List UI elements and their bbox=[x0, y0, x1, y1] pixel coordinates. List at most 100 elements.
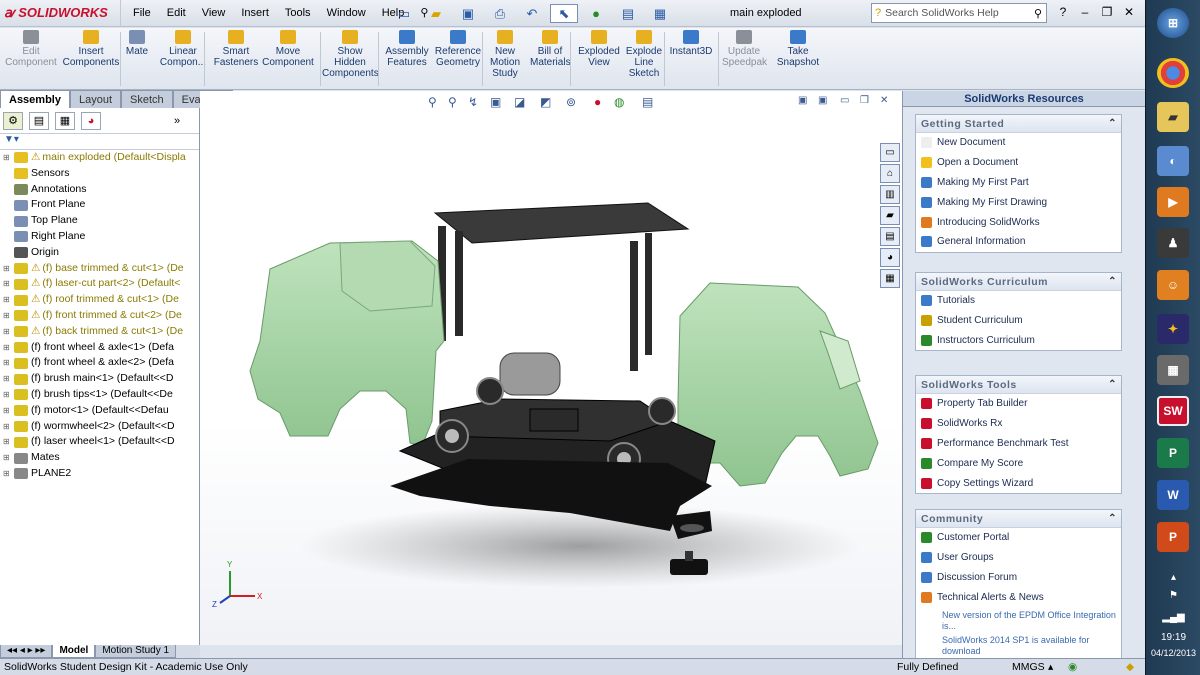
menu-view[interactable]: View bbox=[194, 0, 234, 27]
menu-edit[interactable]: Edit bbox=[159, 0, 194, 27]
command-take-snapshot[interactable]: Take Snapshot bbox=[776, 30, 820, 68]
clock-time[interactable]: 19:19 bbox=[1146, 632, 1200, 643]
help-question-icon[interactable]: ? bbox=[1052, 2, 1074, 22]
expand-icon[interactable]: ⊞ bbox=[3, 371, 11, 387]
command-update-speedpak[interactable]: Update Speedpak bbox=[722, 30, 767, 68]
minimize-icon[interactable]: – bbox=[1074, 2, 1096, 22]
menu-insert[interactable]: Insert bbox=[233, 0, 277, 27]
word-icon[interactable]: W bbox=[1157, 480, 1189, 510]
units-chevron-icon[interactable]: ▴ bbox=[1048, 659, 1053, 675]
media-player-icon[interactable]: ▶ bbox=[1157, 187, 1189, 217]
tree-item[interactable]: ⊞ (f) brush tips<1> (Default<<De bbox=[0, 387, 199, 403]
menu-file[interactable]: File bbox=[125, 0, 159, 27]
app-icon[interactable]: ✦ bbox=[1157, 314, 1189, 344]
expand-panel-icon[interactable]: » bbox=[167, 112, 187, 130]
resource-link[interactable]: New Document bbox=[916, 133, 1121, 153]
tree-item[interactable]: ⊞ Mates bbox=[0, 450, 199, 466]
tab-sketch[interactable]: Sketch bbox=[121, 90, 173, 108]
tree-item[interactable]: ⊞ ⚠ main exploded (Default<Displa bbox=[0, 150, 199, 166]
tree-item[interactable]: ⊞ ⚠ (f) front trimmed & cut<2> (De bbox=[0, 308, 199, 324]
expand-icon[interactable]: ⊞ bbox=[3, 450, 11, 466]
restore-icon[interactable]: ❐ bbox=[1096, 2, 1118, 22]
tree-item[interactable]: ⊞ (f) brush main<1> (Default<<D bbox=[0, 371, 199, 387]
file-explorer-icon[interactable]: ▰ bbox=[880, 206, 900, 225]
tree-item[interactable]: Top Plane bbox=[0, 213, 199, 229]
tree-item[interactable]: ⊞ (f) wormwheel<2> (Default<<D bbox=[0, 419, 199, 435]
tree-item[interactable]: ⊞ ⚠ (f) laser-cut part<2> (Default< bbox=[0, 276, 199, 292]
command-reference-geometry[interactable]: Reference Geometry bbox=[433, 30, 483, 68]
command-edit-component[interactable]: Edit Component bbox=[3, 30, 59, 68]
tray-expand-icon[interactable]: ▴ bbox=[1146, 572, 1200, 583]
command-instant3d[interactable]: Instant3D bbox=[668, 30, 714, 57]
expand-icon[interactable]: ⊞ bbox=[3, 403, 11, 419]
search-box[interactable]: ? Search SolidWorks Help ⚲ bbox=[871, 3, 1047, 23]
expand-icon[interactable]: ⊞ bbox=[3, 324, 11, 340]
solidworks-logo[interactable]: ꜹ SOLIDWORKS bbox=[4, 5, 108, 21]
tree-item[interactable]: Front Plane bbox=[0, 197, 199, 213]
search-icon[interactable]: ⚲ bbox=[1034, 7, 1042, 20]
resource-link[interactable]: Making My First Part bbox=[916, 173, 1121, 193]
home-icon[interactable]: ⌂ bbox=[880, 164, 900, 183]
command-linear-compon[interactable]: Linear Compon... bbox=[156, 30, 210, 68]
file-properties-icon[interactable]: ▤ bbox=[614, 4, 642, 23]
expand-icon[interactable]: ⊞ bbox=[3, 276, 11, 292]
resource-link[interactable]: Compare My Score bbox=[916, 453, 1121, 473]
command-new-motion-study[interactable]: New Motion Study bbox=[488, 30, 522, 79]
resource-link[interactable]: General Information bbox=[916, 232, 1121, 252]
publisher-icon[interactable]: P bbox=[1157, 438, 1189, 468]
tree-item[interactable]: Annotations bbox=[0, 182, 199, 198]
resource-link[interactable]: Introducing SolidWorks bbox=[916, 212, 1121, 232]
tree-item[interactable]: ⊞ (f) motor<1> (Default<<Defau bbox=[0, 403, 199, 419]
command-insert-components[interactable]: Insert Components bbox=[62, 30, 120, 68]
solidworks-taskbar-icon[interactable]: SW bbox=[1157, 396, 1189, 426]
chrome-icon[interactable] bbox=[1157, 58, 1189, 88]
tab-assembly[interactable]: Assembly bbox=[0, 90, 70, 108]
scroll-tabs-icon[interactable]: ◂◂ ◂ ▸ ▸▸ bbox=[0, 645, 53, 658]
resource-link[interactable]: Customer Portal bbox=[916, 528, 1121, 548]
feature-tree-tab-icon[interactable]: ⚙ bbox=[3, 111, 23, 130]
tree-item[interactable]: ⊞ ⚠ (f) back trimmed & cut<1> (De bbox=[0, 324, 199, 340]
select-pointer-icon[interactable]: ⬉ bbox=[550, 4, 578, 23]
resource-link[interactable]: Discussion Forum bbox=[916, 568, 1121, 588]
section-header[interactable]: SolidWorks Curriculum ⌃ bbox=[916, 273, 1121, 291]
command-smart-fasteners[interactable]: Smart Fasteners bbox=[213, 30, 259, 68]
scratch-cat-icon[interactable]: ☺ bbox=[1157, 270, 1189, 300]
tree-item[interactable]: ⊞ ⚠ (f) roof trimmed & cut<1> (De bbox=[0, 292, 199, 308]
resource-link[interactable]: Property Tab Builder bbox=[916, 394, 1121, 414]
tree-item[interactable]: ⊞ (f) laser wheel<1> (Default<<D bbox=[0, 434, 199, 450]
resource-link[interactable]: Instructors Curriculum bbox=[916, 331, 1121, 351]
collapse-icon[interactable]: ⌃ bbox=[1108, 273, 1117, 291]
tab-motion-study[interactable]: Motion Study 1 bbox=[95, 645, 177, 658]
expand-icon[interactable]: ⊞ bbox=[3, 308, 11, 324]
game-icon[interactable]: ♟ bbox=[1157, 228, 1189, 258]
save-icon[interactable]: ▣ bbox=[454, 4, 482, 23]
resource-link[interactable]: Open a Document bbox=[916, 153, 1121, 173]
close-icon[interactable]: ✕ bbox=[1118, 2, 1140, 22]
command-mate[interactable]: Mate bbox=[122, 30, 152, 57]
undo-icon[interactable]: ↶ bbox=[518, 4, 546, 23]
device-icon[interactable]: ▦ bbox=[1157, 355, 1189, 385]
graphics-area[interactable]: ⚲ ⚲ ↯ ▣ ◪ ◩ ⊚ ● ◍ ▤ ▣ ▣ ▭ ❐ ✕ Y X Z bbox=[200, 91, 902, 645]
file-explorer-taskbar-icon[interactable]: ▰ bbox=[1157, 102, 1189, 132]
powerpoint-icon[interactable]: P bbox=[1157, 522, 1189, 552]
design-library-icon[interactable]: ▥ bbox=[880, 185, 900, 204]
command-move-component[interactable]: Move Component bbox=[262, 30, 314, 68]
resource-link[interactable]: Performance Benchmark Test bbox=[916, 434, 1121, 454]
print-icon[interactable]: ⎙ bbox=[486, 4, 514, 23]
section-header[interactable]: Community ⌃ bbox=[916, 510, 1121, 528]
collapse-icon[interactable]: ⌃ bbox=[1108, 376, 1117, 394]
expand-icon[interactable]: ⊞ bbox=[3, 355, 11, 371]
tree-item[interactable]: Origin bbox=[0, 245, 199, 261]
rebuild-status-icon[interactable]: ◉ bbox=[1068, 659, 1077, 675]
monitor-icon[interactable]: ▭ bbox=[880, 143, 900, 162]
tree-item[interactable]: Right Plane bbox=[0, 229, 199, 245]
news-link[interactable]: SolidWorks 2014 SP1 is available for dow… bbox=[916, 635, 1121, 657]
tree-item[interactable]: ⊞ ⚠ (f) base trimmed & cut<1> (De bbox=[0, 261, 199, 277]
news-link[interactable]: New version of the EPDM Office Integrati… bbox=[916, 610, 1121, 632]
expand-icon[interactable]: ⊞ bbox=[3, 150, 11, 166]
appearances-icon[interactable]: ◕ bbox=[880, 248, 900, 267]
clock-date[interactable]: 04/12/2013 bbox=[1146, 648, 1200, 658]
tree-item[interactable]: ⊞ PLANE2 bbox=[0, 466, 199, 482]
property-manager-tab-icon[interactable]: ▤ bbox=[29, 111, 49, 130]
command-show-hidden-components[interactable]: Show Hidden Components bbox=[322, 30, 379, 79]
